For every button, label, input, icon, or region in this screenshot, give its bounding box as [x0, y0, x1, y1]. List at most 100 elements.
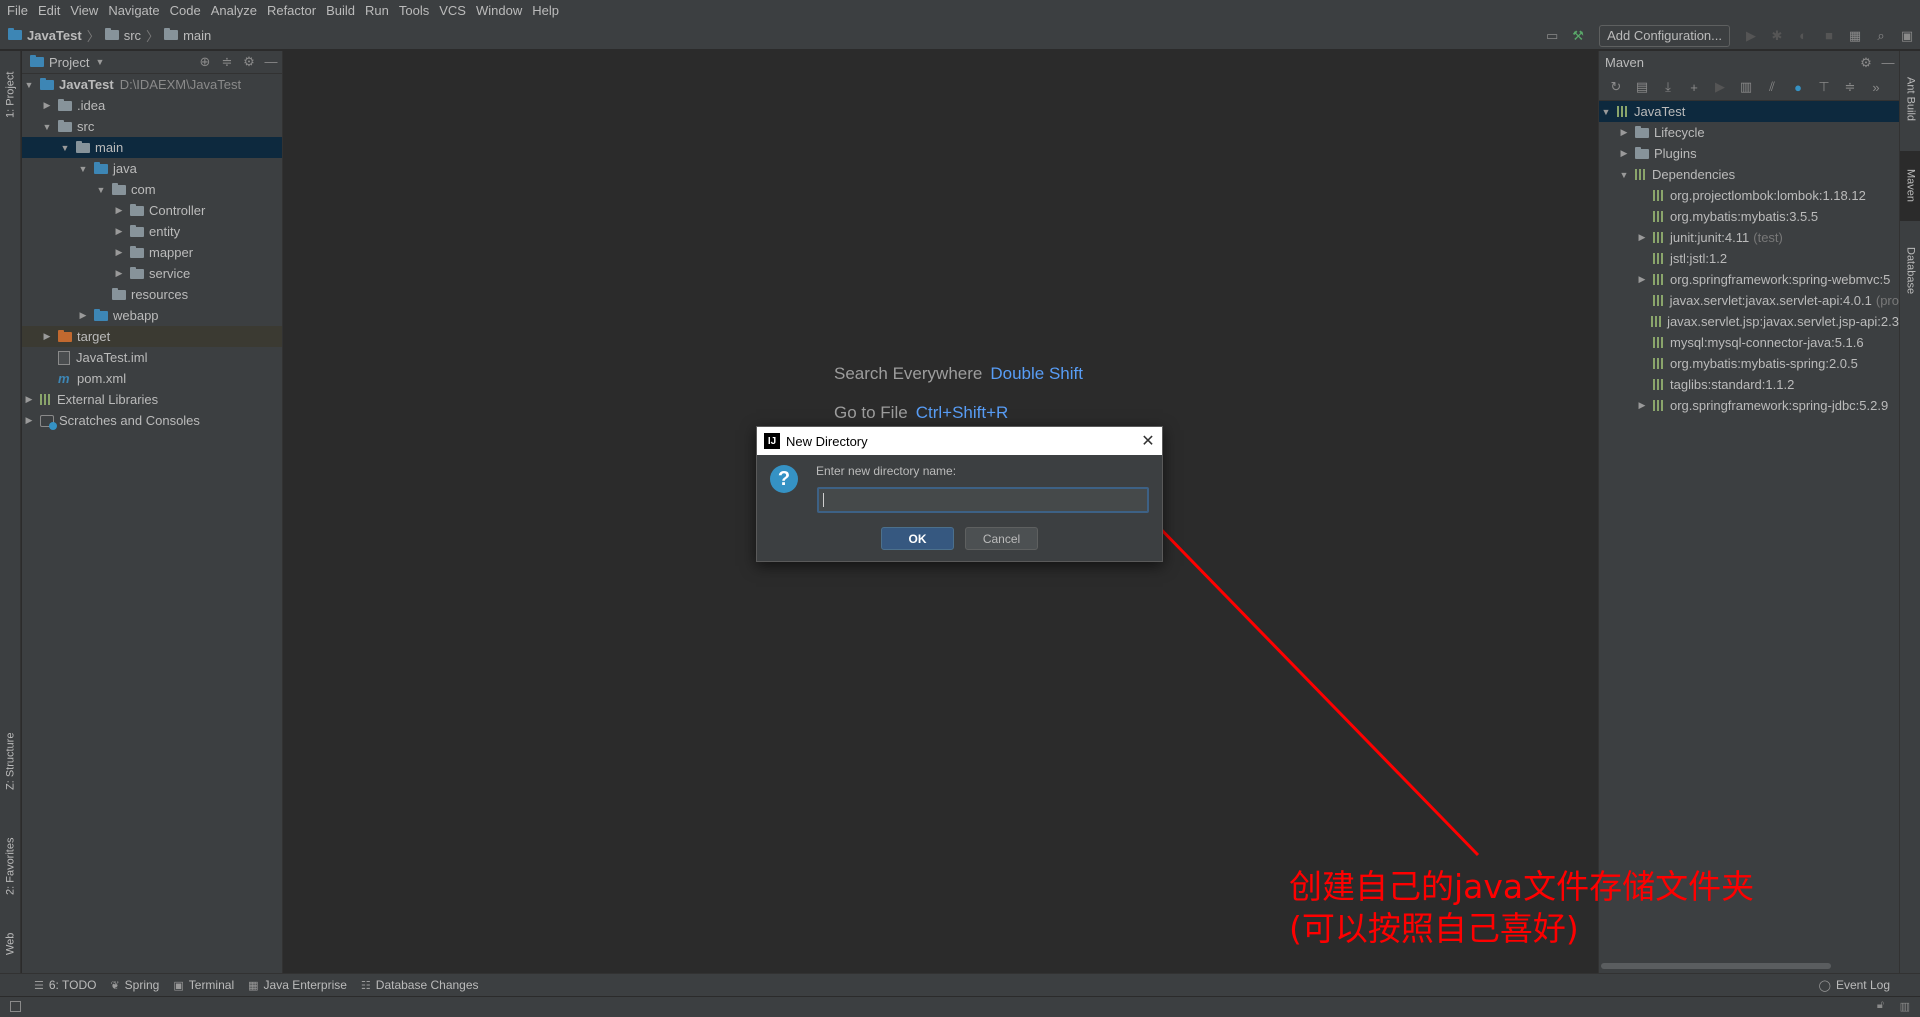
- execute-goal-icon[interactable]: ▥: [1733, 79, 1759, 95]
- chevron-right-icon[interactable]: ▶: [22, 415, 36, 426]
- tab-favorites[interactable]: 2: Favorites: [0, 821, 21, 911]
- maven-dependency-item[interactable]: ▶ org.springframework:spring-jdbc:5.2.9: [1599, 395, 1899, 416]
- update-icon[interactable]: ▣: [1896, 25, 1918, 47]
- maven-item-plugins[interactable]: ▶ Plugins: [1599, 143, 1899, 164]
- menu-refactor[interactable]: Refactor: [262, 0, 321, 21]
- maven-dependency-item[interactable]: ▶ junit:junit:4.11 (test): [1599, 227, 1899, 248]
- tree-item-mapper[interactable]: ▶ mapper: [22, 242, 282, 263]
- tab-spring[interactable]: ❦ Spring: [110, 978, 159, 992]
- chevron-down-icon[interactable]: ▼: [95, 57, 104, 67]
- maven-dependency-item[interactable]: javax.servlet.jsp:javax.servlet.jsp-api:…: [1599, 311, 1899, 332]
- memory-indicator-icon[interactable]: ▥: [1900, 1000, 1910, 1013]
- menu-tools[interactable]: Tools: [394, 0, 434, 21]
- tree-item-scratches[interactable]: ▶ Scratches and Consoles: [22, 410, 282, 431]
- tree-item-java[interactable]: ▼ java: [22, 158, 282, 179]
- tree-item-entity[interactable]: ▶ entity: [22, 221, 282, 242]
- maven-dependency-item[interactable]: jstl:jstl:1.2: [1599, 248, 1899, 269]
- debug-icon[interactable]: ✱: [1766, 25, 1788, 47]
- more-icon[interactable]: »: [1863, 80, 1889, 95]
- maven-item-lifecycle[interactable]: ▶ Lifecycle: [1599, 122, 1899, 143]
- show-dependencies-icon[interactable]: ⊤: [1811, 79, 1837, 95]
- tree-item-external-libraries[interactable]: ▶ External Libraries: [22, 389, 282, 410]
- toggle-offline-icon[interactable]: ⫽: [1759, 79, 1785, 95]
- reload-icon[interactable]: ↻: [1603, 79, 1629, 95]
- breadcrumb-main[interactable]: main: [183, 28, 211, 43]
- maven-item-root[interactable]: ▼ JavaTest: [1599, 101, 1899, 122]
- maven-dependency-item[interactable]: taglibs:standard:1.1.2: [1599, 374, 1899, 395]
- menu-help[interactable]: Help: [527, 0, 564, 21]
- maven-item-dependencies[interactable]: ▼ Dependencies: [1599, 164, 1899, 185]
- search-icon[interactable]: ⌕: [1870, 25, 1892, 47]
- ok-button[interactable]: OK: [881, 527, 954, 550]
- tree-item-root[interactable]: ▼ JavaTest D:\IDAEXM\JavaTest: [22, 74, 282, 95]
- tree-item-service[interactable]: ▶ service: [22, 263, 282, 284]
- tab-web[interactable]: Web: [0, 921, 21, 966]
- chevron-right-icon[interactable]: ▶: [1635, 274, 1649, 285]
- chevron-right-icon[interactable]: ▶: [112, 268, 126, 279]
- tab-project[interactable]: 1: Project: [0, 55, 21, 135]
- tree-item-target[interactable]: ▶ target: [22, 326, 282, 347]
- skip-tests-icon[interactable]: ●: [1785, 80, 1811, 95]
- lock-icon[interactable]: 🔓︎: [1877, 999, 1884, 1012]
- project-structure-icon[interactable]: ▦: [1844, 25, 1866, 47]
- project-panel-title[interactable]: Project: [49, 55, 89, 70]
- run-icon[interactable]: ▶: [1740, 25, 1762, 47]
- chevron-down-icon[interactable]: ▼: [40, 122, 54, 132]
- chevron-right-icon[interactable]: ▶: [1635, 400, 1649, 411]
- directory-name-input[interactable]: [817, 487, 1149, 513]
- tab-database-changes[interactable]: ☷ Database Changes: [361, 978, 479, 992]
- chevron-right-icon[interactable]: ▶: [22, 394, 36, 405]
- menu-build[interactable]: Build: [321, 0, 360, 21]
- tree-item-com[interactable]: ▼ com: [22, 179, 282, 200]
- build-hammer-icon[interactable]: ⚒: [1567, 25, 1589, 47]
- chevron-down-icon[interactable]: ▼: [76, 164, 90, 174]
- maven-dependency-item[interactable]: org.projectlombok:lombok:1.18.12: [1599, 185, 1899, 206]
- tree-item-main[interactable]: ▼ main: [22, 137, 282, 158]
- chevron-down-icon[interactable]: ▼: [94, 185, 108, 195]
- add-configuration-button[interactable]: Add Configuration...: [1599, 24, 1730, 47]
- chevron-right-icon[interactable]: ▶: [112, 205, 126, 216]
- maven-dependency-item[interactable]: mysql:mysql-connector-java:5.1.6: [1599, 332, 1899, 353]
- tab-todo[interactable]: ☰ 6: TODO: [34, 978, 96, 992]
- chevron-right-icon[interactable]: ▶: [112, 226, 126, 237]
- menu-view[interactable]: View: [65, 0, 103, 21]
- breadcrumb-project[interactable]: JavaTest: [27, 28, 82, 43]
- maven-dependency-item[interactable]: org.mybatis:mybatis:3.5.5: [1599, 206, 1899, 227]
- minimize-icon[interactable]: —: [1877, 55, 1899, 71]
- maven-dependency-item[interactable]: ▶ org.springframework:spring-webmvc:5: [1599, 269, 1899, 290]
- cancel-button[interactable]: Cancel: [965, 527, 1038, 550]
- locate-icon[interactable]: ⊕: [194, 54, 216, 70]
- collapse-all-icon[interactable]: ≑: [1837, 79, 1863, 95]
- coverage-icon[interactable]: ◐: [1792, 25, 1814, 47]
- chevron-right-icon[interactable]: ▶: [76, 310, 90, 321]
- maven-dependency-item[interactable]: org.mybatis:mybatis-spring:2.0.5: [1599, 353, 1899, 374]
- tree-item-controller[interactable]: ▶ Controller: [22, 200, 282, 221]
- toggle-tool-windows-icon[interactable]: [10, 1001, 21, 1012]
- tree-item-src[interactable]: ▼ src: [22, 116, 282, 137]
- menu-file[interactable]: File: [2, 0, 33, 21]
- tree-item-iml[interactable]: JavaTest.iml: [22, 347, 282, 368]
- gear-icon[interactable]: ⚙: [238, 54, 260, 70]
- menu-vcs[interactable]: VCS: [434, 0, 471, 21]
- tab-maven[interactable]: Maven: [1900, 151, 1920, 221]
- menu-code[interactable]: Code: [165, 0, 206, 21]
- collapse-all-icon[interactable]: ≑: [216, 54, 238, 70]
- layout-icon[interactable]: ▭: [1541, 25, 1563, 47]
- tab-structure[interactable]: Z: Structure: [0, 716, 21, 806]
- chevron-down-icon[interactable]: ▼: [58, 143, 72, 153]
- chevron-down-icon[interactable]: ▼: [22, 80, 36, 90]
- horizontal-scrollbar[interactable]: [1601, 963, 1831, 969]
- breadcrumb-src[interactable]: src: [124, 28, 141, 43]
- tab-database[interactable]: Database: [1900, 231, 1920, 311]
- chevron-down-icon[interactable]: ▼: [1599, 107, 1613, 117]
- menu-window[interactable]: Window: [471, 0, 527, 21]
- tab-java-enterprise[interactable]: ▦ Java Enterprise: [248, 978, 347, 992]
- chevron-right-icon[interactable]: ▶: [1617, 148, 1631, 159]
- menu-navigate[interactable]: Navigate: [103, 0, 164, 21]
- generate-sources-icon[interactable]: ▤: [1629, 79, 1655, 95]
- tree-item-webapp[interactable]: ▶ webapp: [22, 305, 282, 326]
- tree-item-pom[interactable]: m pom.xml: [22, 368, 282, 389]
- menu-edit[interactable]: Edit: [33, 0, 65, 21]
- tab-ant-build[interactable]: Ant Build: [1900, 59, 1920, 139]
- chevron-right-icon[interactable]: ▶: [112, 247, 126, 258]
